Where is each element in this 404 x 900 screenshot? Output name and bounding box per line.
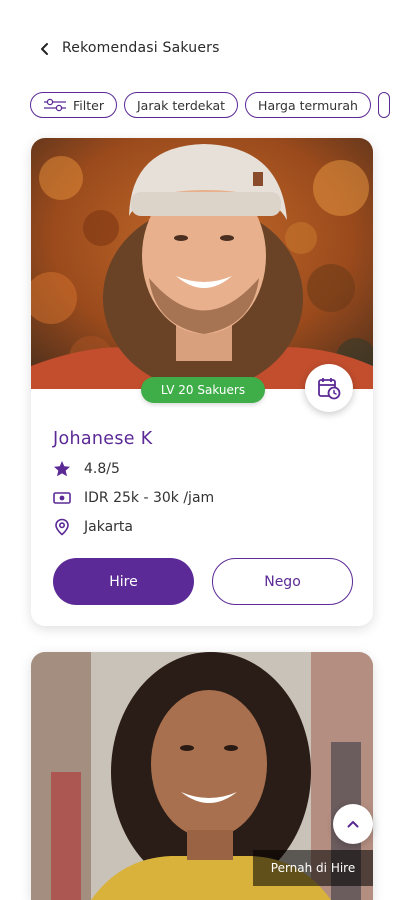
rating-value: 4.8/5 bbox=[84, 461, 120, 477]
calendar-clock-icon bbox=[318, 378, 341, 400]
schedule-button[interactable] bbox=[305, 364, 353, 412]
hire-button[interactable]: Hire bbox=[53, 558, 194, 605]
money-icon bbox=[53, 489, 71, 507]
back-arrow-icon bbox=[41, 43, 48, 55]
sakuer-photo bbox=[31, 138, 373, 389]
star-icon bbox=[53, 460, 71, 478]
page-title: Rekomendasi Sakuers bbox=[62, 40, 220, 56]
hired-before-label: Pernah di Hire bbox=[253, 850, 373, 886]
rating-row: 4.8/5 bbox=[53, 460, 120, 478]
filter-chip-label: Filter bbox=[73, 97, 104, 113]
filter-chip-bar: Filter Jarak terdekat Harga termurah bbox=[30, 92, 404, 118]
chip-jarak-terdekat[interactable]: Jarak terdekat bbox=[123, 92, 239, 118]
location-row: Jakarta bbox=[53, 518, 133, 536]
location-value: Jakarta bbox=[84, 519, 133, 535]
filter-chip[interactable]: Filter bbox=[30, 92, 117, 118]
location-pin-icon bbox=[53, 518, 71, 536]
price-row: IDR 25k - 30k /jam bbox=[53, 489, 214, 507]
sakuer-card[interactable]: LV 20 Sakuers Johanese K 4.8/5 IDR 25k -… bbox=[31, 138, 373, 626]
chevron-up-icon bbox=[347, 821, 359, 828]
level-badge: LV 20 Sakuers bbox=[141, 377, 265, 403]
filter-sliders-icon bbox=[44, 98, 66, 112]
app-header: Rekomendasi Sakuers bbox=[0, 0, 404, 90]
sakuer-card[interactable]: Pernah di Hire bbox=[31, 652, 373, 900]
chip-harga-termurah[interactable]: Harga termurah bbox=[245, 92, 371, 118]
nego-button[interactable]: Nego bbox=[212, 558, 353, 605]
back-button[interactable] bbox=[34, 38, 56, 60]
sakuer-name: Johanese K bbox=[53, 429, 153, 449]
scroll-top-button[interactable] bbox=[333, 804, 373, 844]
price-value: IDR 25k - 30k /jam bbox=[84, 490, 215, 506]
chip-more[interactable] bbox=[377, 92, 390, 118]
